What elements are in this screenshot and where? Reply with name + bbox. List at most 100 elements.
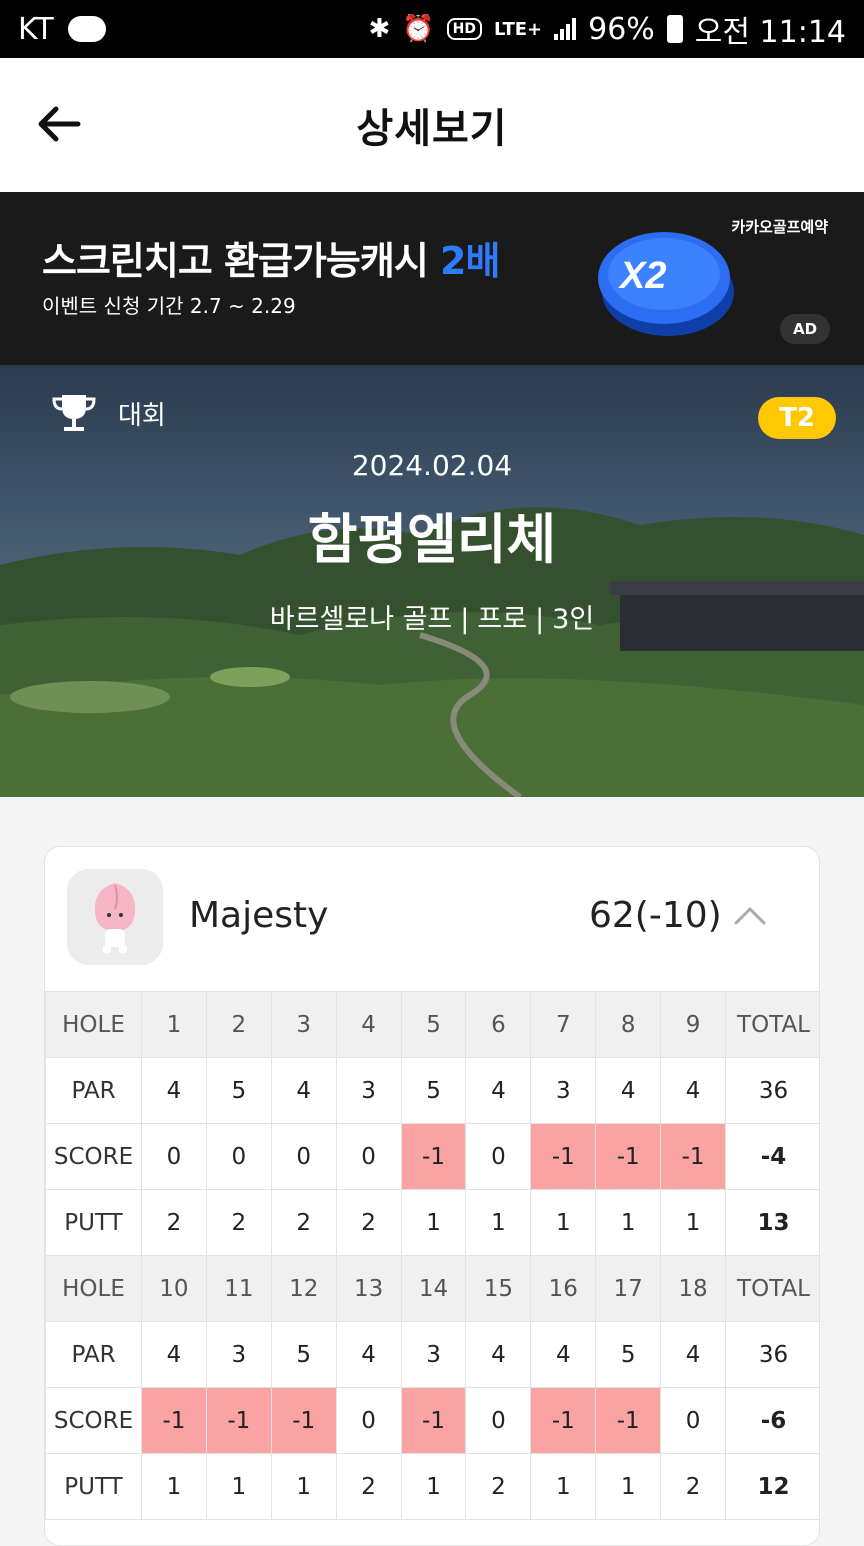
page-title: 상세보기 bbox=[356, 106, 508, 152]
scorecard-front-score-row: SCORE 0 0 0 0 -1 0 -1 -1 -1 -4 bbox=[45, 1123, 819, 1190]
hole-cell: 13 bbox=[335, 1255, 402, 1322]
hole-cell: 10 bbox=[141, 1255, 207, 1322]
putt-cell: 2 bbox=[660, 1453, 727, 1520]
bluetooth-icon: ✱ bbox=[368, 14, 391, 44]
coin-text: X2 bbox=[618, 255, 666, 297]
par-cell: 3 bbox=[530, 1057, 597, 1124]
ad-banner[interactable]: 스크린치고 환급가능캐시 2배 이벤트 신청 기간 2.7 ~ 2.29 X2 … bbox=[0, 192, 864, 365]
rank-badge: T2 bbox=[758, 397, 836, 439]
score-cell: -1 bbox=[530, 1123, 597, 1190]
putt-cell: 1 bbox=[660, 1189, 727, 1256]
hole-cell: 15 bbox=[465, 1255, 532, 1322]
ad-subtitle: 이벤트 신청 기간 2.7 ~ 2.29 bbox=[42, 294, 296, 318]
round-date: 2024.02.04 bbox=[351, 449, 513, 482]
chevron-up-icon[interactable] bbox=[733, 899, 767, 929]
putt-cell: 1 bbox=[595, 1453, 662, 1520]
player-name: Majesty bbox=[189, 895, 329, 936]
par-cell: 4 bbox=[141, 1057, 207, 1124]
alarm-icon: ⏰ bbox=[402, 14, 435, 44]
putt-cell: 1 bbox=[205, 1453, 272, 1520]
scorecard-back-hole-row: HOLE 10 11 12 13 14 15 16 17 18 TOTAL bbox=[45, 1255, 819, 1322]
play-mode: 프로 bbox=[477, 604, 528, 635]
hole-cell: 9 bbox=[660, 991, 727, 1058]
putt-cell: 1 bbox=[141, 1453, 207, 1520]
score-cell: -1 bbox=[595, 1123, 662, 1190]
par-cell: 4 bbox=[660, 1321, 727, 1388]
ad-title-highlight: 2배 bbox=[440, 239, 500, 283]
signal-icon bbox=[554, 18, 577, 40]
par-label-cell: PAR bbox=[45, 1057, 142, 1124]
hole-total-cell: TOTAL bbox=[725, 991, 819, 1058]
round-hero: 대회 T2 2024.02.04 함평엘리체 바르셀로나 골프 | 프로 | 3인 bbox=[0, 365, 864, 797]
round-meta: 바르셀로나 골프 | 프로 | 3인 bbox=[269, 604, 595, 635]
putt-cell: 2 bbox=[465, 1453, 532, 1520]
score-cell: 0 bbox=[465, 1387, 532, 1454]
par-cell: 4 bbox=[465, 1321, 532, 1388]
par-cell: 4 bbox=[660, 1057, 727, 1124]
score-table: HOLE 1 2 3 4 5 6 7 8 9 TOTAL PAR 4 5 4 3 5 4 3 4 4 36 SCORE 0 0 0… bbox=[45, 991, 819, 1520]
ad-badge: AD bbox=[780, 314, 830, 344]
hole-cell: 12 bbox=[270, 1255, 337, 1322]
arrow-left-icon bbox=[38, 106, 81, 142]
hole-cell: 3 bbox=[270, 991, 337, 1058]
par-cell: 5 bbox=[595, 1321, 662, 1388]
round-type-label: 대회 bbox=[118, 401, 166, 431]
putt-cell: 2 bbox=[335, 1453, 402, 1520]
hole-label-cell: HOLE bbox=[45, 1255, 142, 1322]
venue-name: 바르셀로나 골프 bbox=[269, 604, 453, 635]
hd-voice-icon: HD bbox=[446, 18, 482, 40]
hole-total-cell: TOTAL bbox=[725, 1255, 819, 1322]
ad-title: 스크린치고 환급가능캐시 2배 bbox=[42, 230, 500, 285]
hole-cell: 16 bbox=[530, 1255, 597, 1322]
par-label-cell: PAR bbox=[45, 1321, 142, 1388]
putt-label-cell: PUTT bbox=[45, 1189, 142, 1256]
x2-coin-icon: X2 bbox=[598, 232, 734, 336]
peach-character-icon bbox=[67, 869, 163, 965]
scorecard-back-par-row: PAR 4 3 5 4 3 4 4 5 4 36 bbox=[45, 1321, 819, 1388]
score-cell: 0 bbox=[465, 1123, 532, 1190]
putt-label-cell: PUTT bbox=[45, 1453, 142, 1520]
hole-cell: 11 bbox=[205, 1255, 272, 1322]
putt-cell: 1 bbox=[595, 1189, 662, 1256]
hole-cell: 2 bbox=[205, 991, 272, 1058]
back-button[interactable] bbox=[30, 94, 90, 154]
score-label-cell: SCORE bbox=[45, 1123, 142, 1190]
scorecard-back-putt-row: PUTT 1 1 1 2 1 2 1 1 2 12 bbox=[45, 1453, 819, 1520]
putt-cell: 2 bbox=[335, 1189, 402, 1256]
scorecard-back-score-row: SCORE -1 -1 -1 0 -1 0 -1 -1 0 -6 bbox=[45, 1387, 819, 1454]
hole-cell: 1 bbox=[141, 991, 207, 1058]
hole-label-cell: HOLE bbox=[45, 991, 142, 1058]
putt-cell: 1 bbox=[465, 1189, 532, 1256]
par-cell: 4 bbox=[595, 1057, 662, 1124]
score-total-cell: -4 bbox=[725, 1123, 819, 1190]
putt-cell: 1 bbox=[530, 1189, 597, 1256]
par-cell: 4 bbox=[465, 1057, 532, 1124]
score-cell: -1 bbox=[530, 1387, 597, 1454]
par-cell: 4 bbox=[141, 1321, 207, 1388]
par-cell: 3 bbox=[335, 1057, 402, 1124]
scorecard-front-putt-row: PUTT 2 2 2 2 1 1 1 1 1 13 bbox=[45, 1189, 819, 1256]
score-cell: 0 bbox=[335, 1387, 402, 1454]
scorecard-front-par-row: PAR 4 5 4 3 5 4 3 4 4 36 bbox=[45, 1057, 819, 1124]
hole-cell: 8 bbox=[595, 991, 662, 1058]
putt-cell: 2 bbox=[141, 1189, 207, 1256]
par-cell: 3 bbox=[205, 1321, 272, 1388]
ad-brand-label: 카카오골프예약 bbox=[731, 218, 828, 236]
carrier-label: KT bbox=[18, 11, 54, 47]
player-summary-row[interactable]: Majesty 62(-10) bbox=[45, 847, 819, 991]
score-cell: -1 bbox=[270, 1387, 337, 1454]
ad-title-main: 스크린치고 환급가능캐시 bbox=[42, 239, 441, 283]
par-cell: 4 bbox=[270, 1057, 337, 1124]
par-cell: 4 bbox=[530, 1321, 597, 1388]
battery-percent: 96% bbox=[588, 11, 655, 47]
talk-notification-icon bbox=[67, 16, 106, 42]
putt-cell: 2 bbox=[270, 1189, 337, 1256]
putt-total-cell: 12 bbox=[725, 1453, 819, 1520]
score-cell: -1 bbox=[205, 1387, 272, 1454]
battery-icon bbox=[666, 15, 683, 43]
par-cell: 5 bbox=[270, 1321, 337, 1388]
hole-cell: 14 bbox=[400, 1255, 467, 1322]
par-cell: 3 bbox=[400, 1321, 467, 1388]
score-cell: -1 bbox=[400, 1123, 467, 1190]
putt-cell: 1 bbox=[270, 1453, 337, 1520]
